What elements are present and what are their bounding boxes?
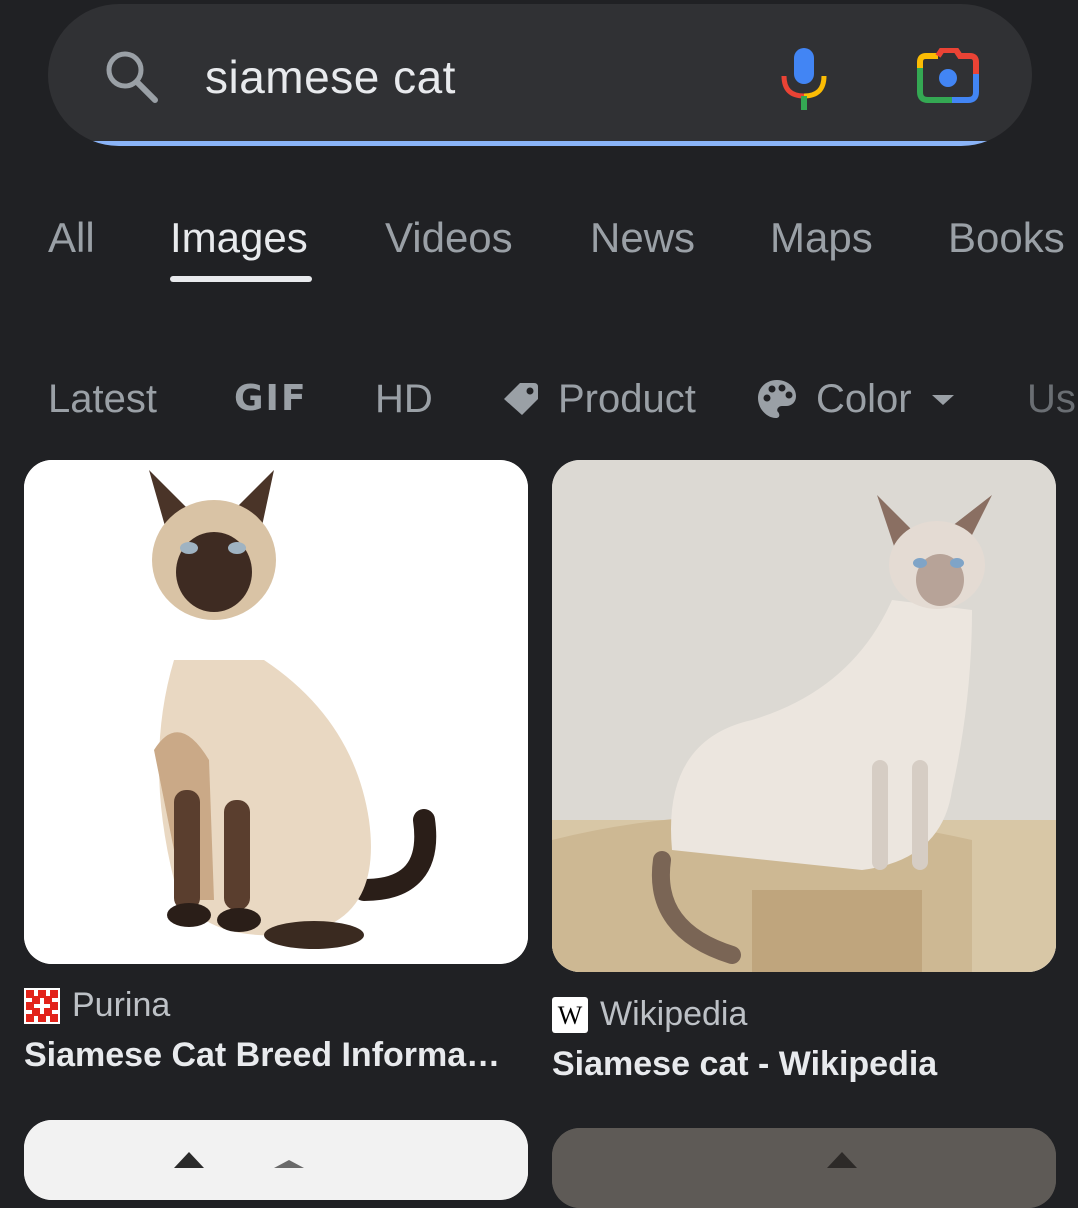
- wikipedia-logo-icon: W: [552, 996, 588, 1033]
- result-title[interactable]: Siamese Cat Breed Informati…: [24, 1036, 504, 1075]
- chip-usage-rights[interactable]: Us: [1027, 372, 1076, 426]
- chip-label: Latest: [48, 377, 157, 421]
- result-image[interactable]: [24, 460, 528, 964]
- dropdown-arrow-icon: [931, 395, 954, 405]
- result-image[interactable]: [552, 1128, 1056, 1208]
- chip-label: Color: [816, 377, 912, 421]
- active-tab-indicator: [170, 276, 312, 282]
- search-bar[interactable]: siamese cat: [48, 4, 1032, 146]
- filter-chips: Latest GIF HD Product Color Us: [0, 372, 1078, 432]
- chip-gif[interactable]: GIF: [234, 372, 308, 426]
- chip-label: Us: [1027, 377, 1076, 421]
- tab-books[interactable]: Books: [948, 210, 1065, 266]
- source-name: Purina: [72, 986, 171, 1024]
- chip-latest[interactable]: Latest: [48, 372, 157, 426]
- search-icon[interactable]: [103, 48, 159, 104]
- result-image[interactable]: [552, 460, 1056, 972]
- microphone-icon[interactable]: [778, 46, 830, 112]
- google-lens-icon[interactable]: [916, 48, 980, 104]
- tag-icon: [504, 383, 538, 415]
- purina-logo-icon: [24, 987, 60, 1024]
- svg-text:W: W: [558, 1001, 583, 1030]
- siamese-cat-image: [552, 1128, 1056, 1208]
- tab-maps[interactable]: Maps: [770, 210, 873, 266]
- chip-label: Product: [558, 377, 696, 421]
- chip-color[interactable]: Color: [756, 372, 958, 426]
- siamese-cat-image: [24, 1120, 528, 1200]
- result-source[interactable]: W Wikipedia: [552, 995, 747, 1034]
- search-input[interactable]: siamese cat: [205, 50, 456, 104]
- tab-images[interactable]: Images: [170, 210, 308, 266]
- tab-all[interactable]: All: [48, 210, 95, 266]
- source-name: Wikipedia: [600, 995, 748, 1033]
- siamese-cat-image: [552, 460, 1056, 972]
- search-tabs: All Images Videos News Maps Books: [0, 210, 1078, 290]
- result-source[interactable]: Purina: [24, 986, 170, 1025]
- result-title[interactable]: Siamese cat - Wikipedia: [552, 1045, 1052, 1084]
- siamese-cat-image: [24, 460, 528, 964]
- tab-videos[interactable]: Videos: [385, 210, 513, 266]
- palette-icon: [758, 380, 796, 418]
- chip-hd[interactable]: HD: [375, 372, 433, 426]
- chip-label: GIF: [234, 378, 308, 419]
- result-image[interactable]: [24, 1120, 528, 1200]
- tab-news[interactable]: News: [590, 210, 695, 266]
- chip-product[interactable]: Product: [500, 372, 696, 426]
- chip-label: HD: [375, 377, 433, 421]
